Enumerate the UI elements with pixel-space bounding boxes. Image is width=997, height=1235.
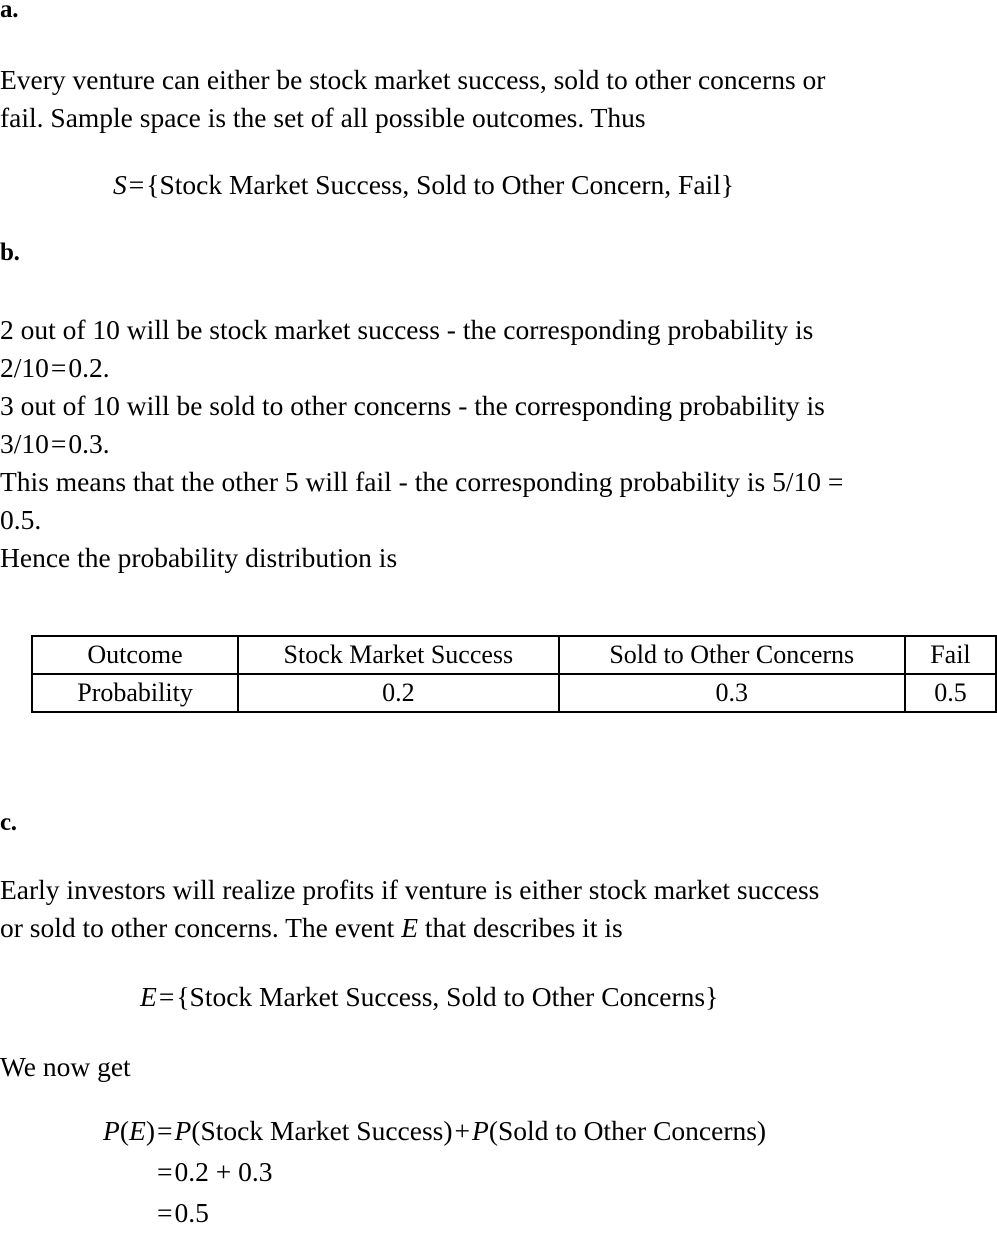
equals-sign: = [50,428,67,459]
equals-sign: = [128,169,145,200]
aligned-equation-probability-of-e: P(E)=P(Stock Market Success)+P(Sold to O… [75,1110,766,1233]
probability-argument-stock-market-success: (Stock Market Success) [191,1115,453,1146]
probability-function-symbol: P [174,1115,192,1146]
fraction-2-over-10: 2/10 [0,352,49,383]
table-header-sold-to-other-concerns: Sold to Other Concerns [557,635,906,675]
equation-lhs: P(E) [75,1110,155,1151]
probability-function-symbol: P [103,1115,120,1146]
event-symbol: E [129,1115,146,1146]
paragraph-line: Hence the probability distribution is [0,542,398,573]
table-cell-probability-sold-to-other-concerns: 0.3 [557,673,906,713]
paragraph-line: We now get [0,1051,131,1082]
equation-rhs-result: 0.5 [174,1197,209,1228]
paragraph-line-text: 2 out of 10 will be stock market success… [0,314,814,345]
event-symbol: E [401,912,418,943]
table-header-fail: Fail [903,635,997,675]
paragraph-line-text: Every venture can either be stock market… [0,64,826,95]
close-paren: ) [145,1115,155,1146]
equals-sign: = [157,1197,173,1228]
part-label-a: a. [0,0,19,23]
paragraph-line: Every venture can either be stock market… [0,61,997,99]
equation-row-1: P(E)=P(Stock Market Success)+P(Sold to O… [75,1110,766,1151]
equals-sign: = [158,981,175,1012]
table-cell-probability-fail: 0.5 [903,673,997,713]
equation-row-2: =0.2 + 0.3 [75,1151,766,1192]
paragraph-line: 2/10=0.2. [0,349,997,387]
equals-sign: = [50,352,67,383]
table-cell-probability-stock-market-success: 0.2 [237,673,560,713]
equals-sign: = [157,1115,173,1146]
equation-rhs-sum: 0.2 + 0.3 [174,1156,273,1187]
part-b-paragraph: 2 out of 10 will be stock market success… [0,311,997,577]
paragraph-line: 2 out of 10 will be stock market success… [0,311,997,349]
paragraph-line: 3/10=0.3. [0,425,997,463]
plus-sign: + [454,1115,471,1146]
paragraph-line: 3 out of 10 will be sold to other concer… [0,387,997,425]
paragraph-line-text: or sold to other concerns. The event [0,912,402,943]
fraction-3-over-10: 3/10 [0,428,49,459]
paragraph-line: This means that the other 5 will fail - … [0,463,997,501]
table-header-probability: Probability [30,673,240,713]
part-label-b: b. [0,239,20,266]
equation-sample-space: S={Stock Market Success, Sold to Other C… [113,168,734,202]
lead-in-paragraph: We now get [0,1048,997,1086]
equation-row-3: =0.5 [75,1192,766,1233]
part-label-c: c. [0,809,17,836]
probability-value: 0.3. [68,428,110,459]
paragraph-line-text: Early investors will realize profits if … [0,874,820,905]
event-set: {Stock Market Success, Sold to Other Con… [176,981,719,1012]
table-header-outcome: Outcome [30,635,240,675]
paragraph-line: 0.5. [0,504,42,535]
sample-space-set: {Stock Market Success, Sold to Other Con… [146,169,735,200]
probability-function-symbol: P [472,1115,489,1146]
sample-space-symbol: S [113,169,127,200]
equals-sign: = [157,1156,173,1187]
table-row-header: Outcome Stock Market Success Sold to Oth… [30,635,997,675]
probability-value: 0.2. [68,352,110,383]
table-row-probability: Probability 0.2 0.3 0.5 [30,673,997,713]
probability-argument-sold-to-other-concerns: (Sold to Other Concerns) [488,1115,767,1146]
equation-rhs: P(Stock Market Success)+P(Sold to Other … [175,1110,767,1151]
paragraph-line-text: that describes it is [418,912,623,943]
paragraph-line-text: This means that the other 5 will fail - … [0,466,844,497]
document-page: a. Every venture can either be stock mar… [0,0,997,1235]
table-header-stock-market-success: Stock Market Success [237,635,560,675]
paragraph-line: Early investors will realize profits if … [0,871,997,909]
probability-distribution-table: Outcome Stock Market Success Sold to Oth… [30,635,997,713]
paragraph-line: fail. Sample space is the set of all pos… [0,102,646,133]
part-c-paragraph: Early investors will realize profits if … [0,871,997,947]
open-paren: ( [119,1115,130,1146]
part-a-paragraph: Every venture can either be stock market… [0,61,997,137]
paragraph-line: or sold to other concerns. The event E t… [0,909,997,947]
event-symbol: E [140,981,157,1012]
equation-event-set: E={Stock Market Success, Sold to Other C… [140,980,718,1014]
paragraph-line-text: 3 out of 10 will be sold to other concer… [0,390,825,421]
